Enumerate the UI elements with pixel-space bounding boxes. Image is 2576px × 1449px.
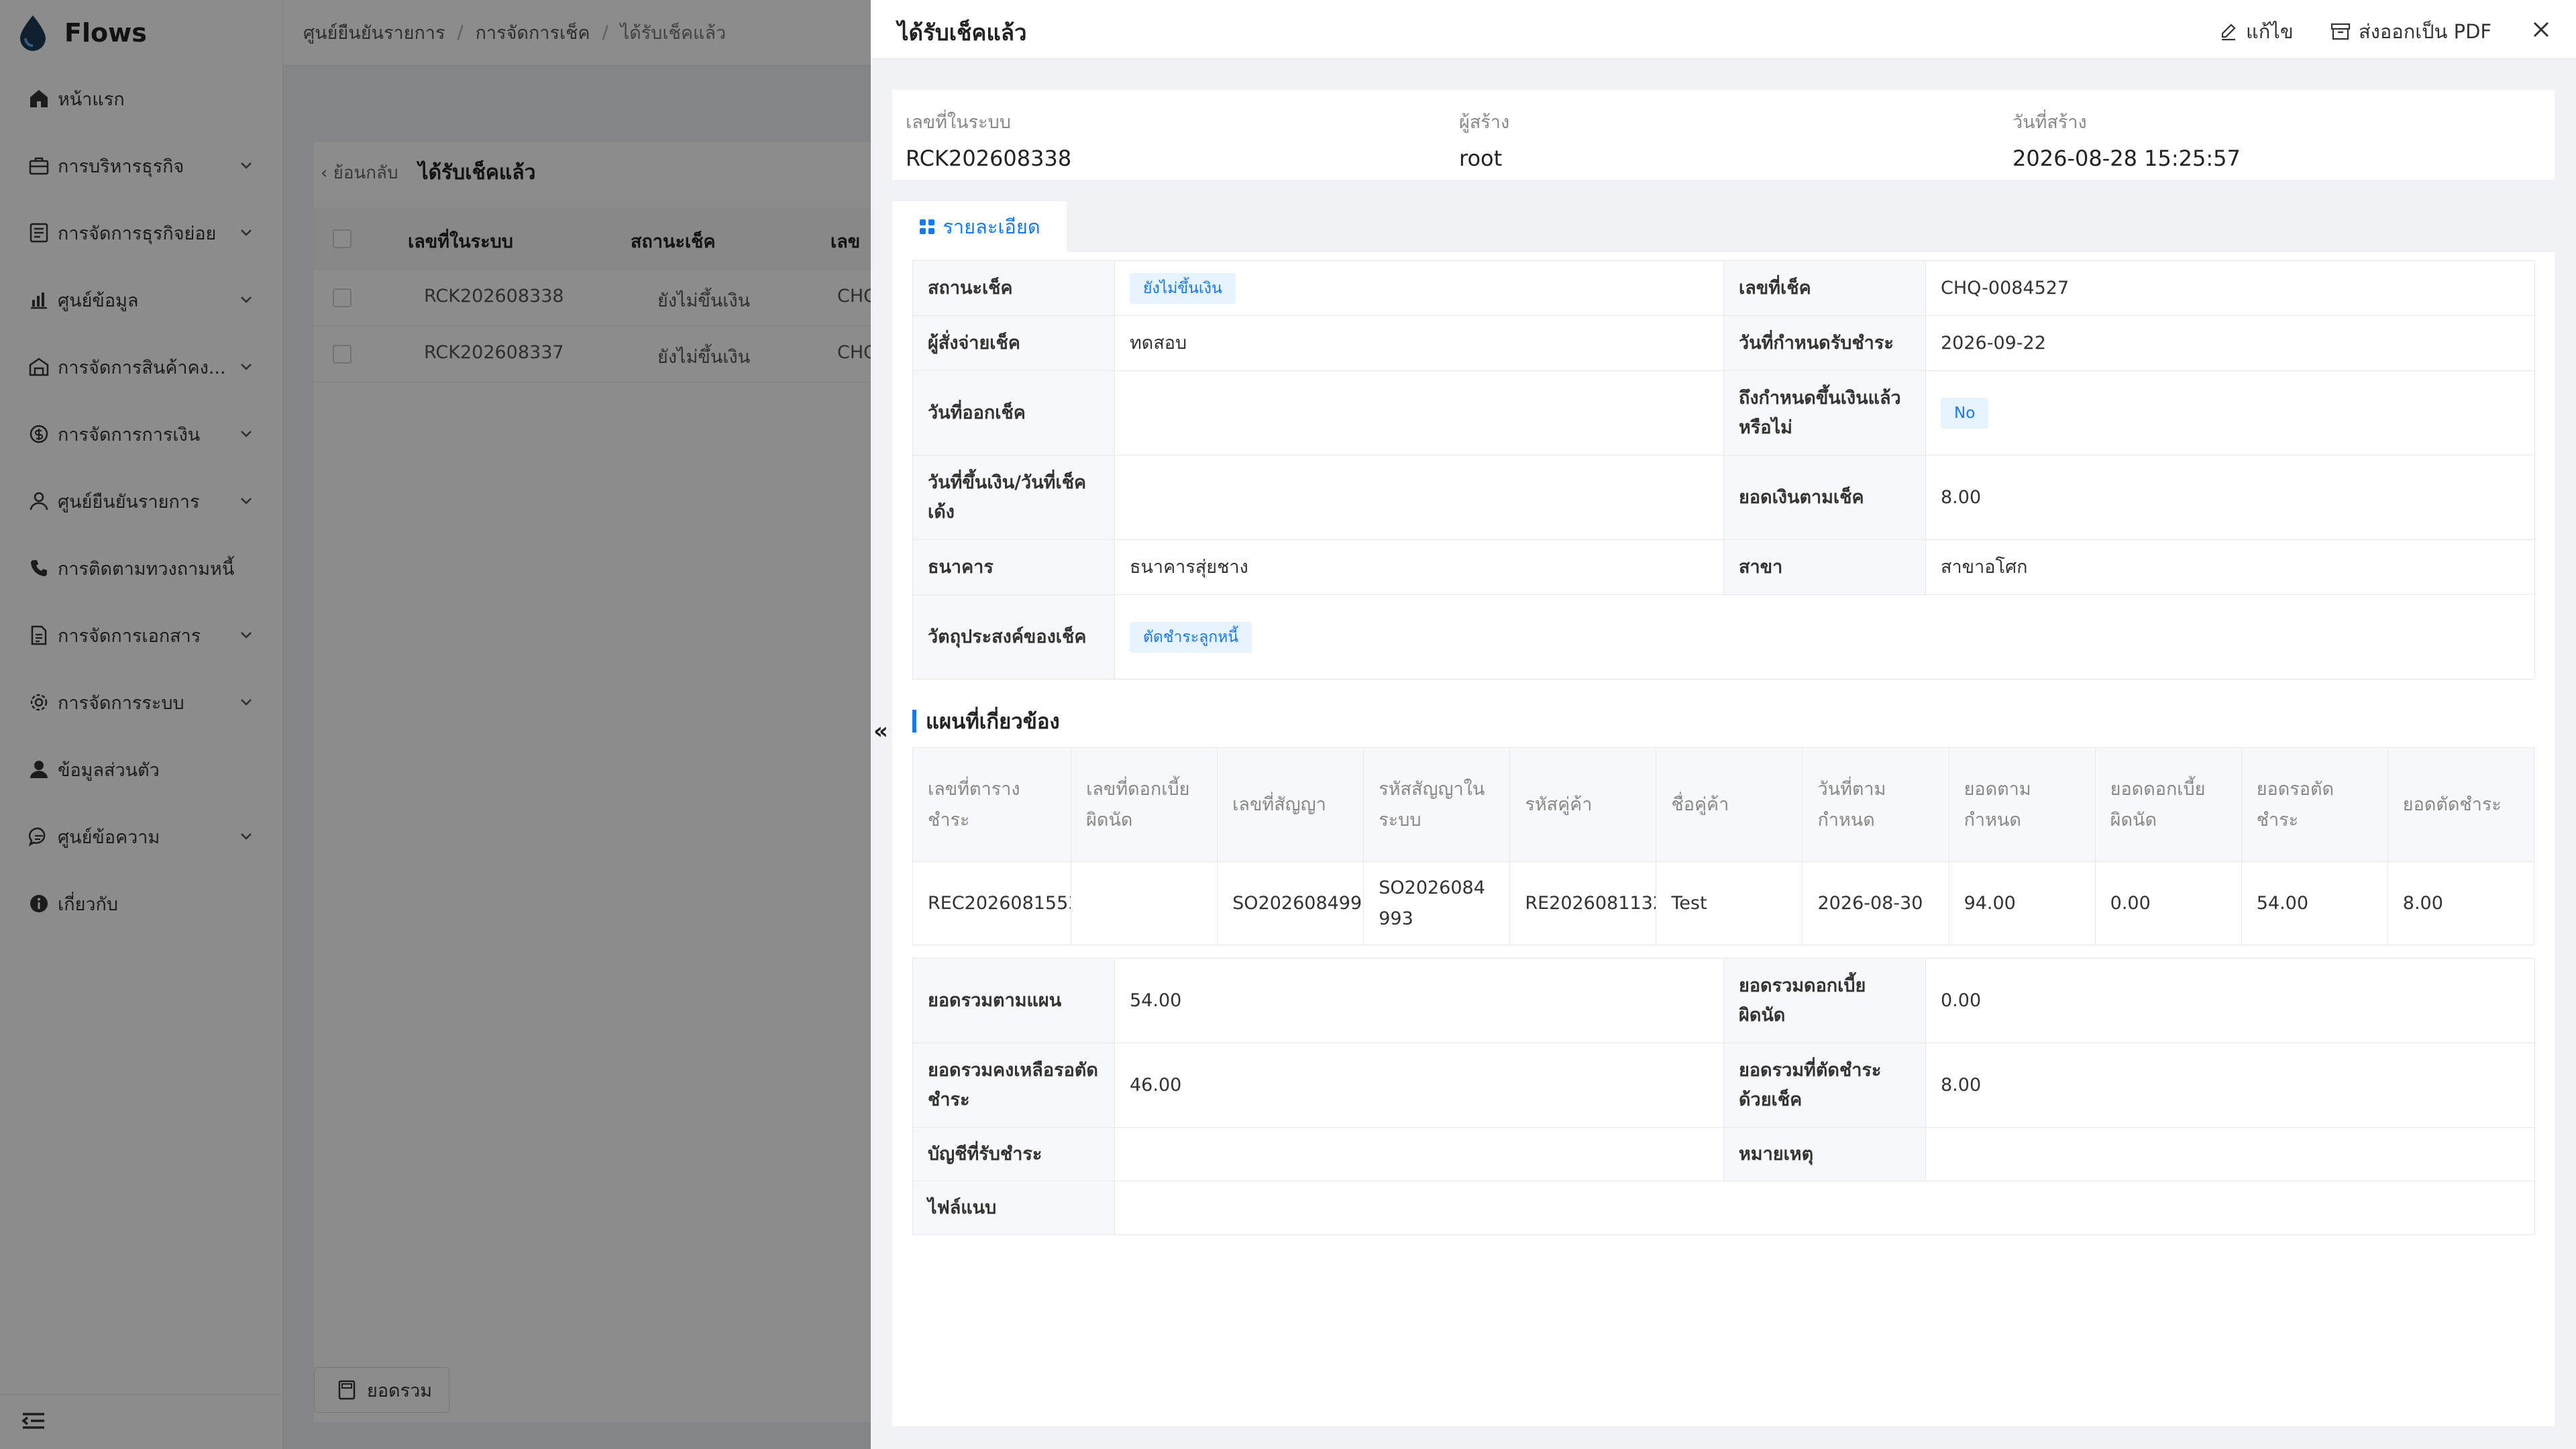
plan-total-key: ยอดรวมตามแผน xyxy=(912,958,1115,1043)
info-label: เลขที่ในระบบ xyxy=(906,112,1011,133)
plan-section-header: แผนที่เกี่ยวข้อง xyxy=(912,704,1060,738)
interest-total-value: 0.00 xyxy=(1925,958,2535,1043)
plan-cell: 0.00 xyxy=(2094,861,2242,945)
edit-button[interactable]: แก้ไข xyxy=(2219,16,2294,47)
amount-key: ยอดเงินตามเช็ค xyxy=(1723,455,1926,540)
double-chevron-left-icon[interactable]: « xyxy=(873,718,888,745)
due-date-value: 2026-09-22 xyxy=(1925,315,2535,371)
plan-cell[interactable]: RE2026081132 xyxy=(1509,861,1657,945)
plan-column-header: เลขที่สัญญา xyxy=(1217,747,1364,862)
plan-cell: SO2026084993 xyxy=(1363,861,1511,945)
close-icon[interactable] xyxy=(2526,15,2556,44)
plan-cell[interactable]: REC2026081553 xyxy=(912,861,1072,945)
detail-card: รายละเอียด สถานะเช็ค ยังไม่ขึ้นเงิน เลขท… xyxy=(892,201,2555,1426)
bank-key: ธนาคาร xyxy=(912,539,1115,595)
status-cell: ยังไม่ขึ้นเงิน xyxy=(1114,260,1724,316)
cheque-total-key: ยอดรวมที่ตัดชำระด้วยเช็ค xyxy=(1723,1042,1926,1128)
totals-table: ยอดรวมตามแผน 54.00 ยอดรวมดอกเบี้ยผิดนัด … xyxy=(912,958,2535,1235)
account-key: บัญชีที่รับชำระ xyxy=(912,1127,1115,1181)
plan-cell: Test xyxy=(1656,861,1803,945)
info-card: เลขที่ในระบบ RCK202608338 ผู้สร้าง root … xyxy=(892,90,2555,180)
payer-key: ผู้สั่งจ่ายเช็ค xyxy=(912,315,1115,371)
export-label: ส่งออกเป็น PDF xyxy=(2359,20,2492,43)
branch-key: สาขา xyxy=(1723,539,1926,595)
attachment-value xyxy=(1114,1181,2535,1235)
cheque-no-key: เลขที่เช็ค xyxy=(1723,260,1926,316)
issue-date-value xyxy=(1114,370,1724,455)
amount-value: 8.00 xyxy=(1925,455,2535,540)
info-value: root xyxy=(1459,146,1503,171)
is-due-badge: No xyxy=(1941,397,1989,429)
remain-total-value: 46.00 xyxy=(1114,1042,1724,1128)
status-key: สถานะเช็ค xyxy=(912,260,1115,316)
plan-column-header: ชื่อคู่ค้า xyxy=(1656,747,1803,862)
interest-total-key: ยอดรวมดอกเบี้ยผิดนัด xyxy=(1723,958,1926,1043)
edit-icon xyxy=(2221,23,2236,41)
info-value: 2026-08-28 15:25:57 xyxy=(2012,146,2241,171)
branch-value: สาขาอโศก xyxy=(1925,539,2535,595)
plan-column-header: วันที่ตามกำหนด xyxy=(1802,747,1949,862)
note-value xyxy=(1925,1127,2535,1181)
plan-column-header: ยอดรอตัดชำระ xyxy=(2241,747,2388,862)
plan-column-header: ยอดตัดชำระ xyxy=(2387,747,2535,862)
plan-total-value: 54.00 xyxy=(1114,958,1724,1043)
attachment-key: ไฟล์แนบ xyxy=(912,1181,1115,1235)
edit-label: แก้ไข xyxy=(2246,20,2294,43)
tab-bar xyxy=(892,201,2555,252)
plan-column-header: เลขที่ดอกเบี้ยผิดนัด xyxy=(1071,747,1218,862)
plan-table-row: REC2026081553 SO2026084993 SO2026084993 RE2… xyxy=(912,861,2535,945)
cashed-date-key: วันที่ขึ้นเงิน/วันที่เช็คเด้ง xyxy=(912,455,1115,540)
plan-column-header: เลขที่ตารางชำระ xyxy=(912,747,1072,862)
plan-column-header: ยอดตามกำหนด xyxy=(1948,747,2096,862)
plan-cell: 2026-08-30 xyxy=(1802,861,1949,945)
plan-cell: 8.00 xyxy=(2387,861,2535,945)
drawer-header: ได้รับเช็คแล้ว แก้ไข ส่งออกเป็น PDF xyxy=(871,0,2576,59)
plan-cell xyxy=(1071,861,1218,945)
info-system-no: เลขที่ในระบบ RCK202608338 xyxy=(906,107,1071,171)
plan-cell[interactable]: SO2026084993 xyxy=(1217,861,1364,945)
status-badge: ยังไม่ขึ้นเงิน xyxy=(1130,272,1236,304)
due-date-key: วันที่กำหนดรับชำระ xyxy=(1723,315,1926,371)
plan-table-header: เลขที่ตารางชำระ เลขที่ดอกเบี้ยผิดนัด เลขที… xyxy=(912,747,2535,862)
cheque-total-value: 8.00 xyxy=(1925,1042,2535,1128)
grid-icon xyxy=(920,219,935,234)
detail-drawer: ได้รับเช็คแล้ว แก้ไข ส่งออกเป็น PDF เลขท… xyxy=(871,0,2576,1449)
plan-cell: 54.00 xyxy=(2241,861,2388,945)
info-value: RCK202608338 xyxy=(906,146,1072,171)
is-due-cell: No xyxy=(1925,370,2535,455)
drawer-title: ได้รับเช็คแล้ว xyxy=(898,19,1027,46)
plan-cell: 94.00 xyxy=(1948,861,2096,945)
payer-value: ทดสอบ xyxy=(1114,315,1724,371)
bank-value: ธนาคารสุ่ยชาง xyxy=(1114,539,1724,595)
plan-section-title: แผนที่เกี่ยวข้อง xyxy=(926,710,1060,734)
plan-column-header: รหัสสัญญาในระบบ xyxy=(1363,747,1511,862)
export-pdf-button[interactable]: ส่งออกเป็น PDF xyxy=(2330,16,2491,47)
detail-table: สถานะเช็ค ยังไม่ขึ้นเงิน เลขที่เช็ค CHQ-… xyxy=(912,260,2535,680)
plan-column-header: รหัสคู่ค้า xyxy=(1509,747,1657,862)
tab-details-label: รายละเอียด xyxy=(943,215,1040,238)
tab-details[interactable]: รายละเอียด xyxy=(892,201,1067,252)
purpose-badge: ตัดชำระลูกหนี้ xyxy=(1130,621,1252,653)
cheque-no-value: CHQ-0084527 xyxy=(1925,260,2535,316)
purpose-cell: ตัดชำระลูกหนี้ xyxy=(1114,594,2535,680)
issue-date-key: วันที่ออกเช็ค xyxy=(912,370,1115,455)
info-label: ผู้สร้าง xyxy=(1459,112,1510,133)
remain-total-key: ยอดรวมคงเหลือรอตัดชำระ xyxy=(912,1042,1115,1128)
section-accent xyxy=(912,710,916,733)
archive-icon xyxy=(2330,23,2351,40)
purpose-key: วัตถุประสงค์ของเช็ค xyxy=(912,594,1115,680)
note-key: หมายเหตุ xyxy=(1723,1127,1926,1181)
account-value xyxy=(1114,1127,1724,1181)
info-created-at: วันที่สร้าง 2026-08-28 15:25:57 xyxy=(2012,107,2241,171)
info-label: วันที่สร้าง xyxy=(2012,112,2087,133)
plan-column-header: ยอดดอกเบี้ยผิดนัด xyxy=(2094,747,2242,862)
info-creator: ผู้สร้าง root xyxy=(1459,107,1509,171)
cashed-date-value xyxy=(1114,455,1724,540)
is-due-key: ถึงกำหนดขึ้นเงินแล้วหรือไม่ xyxy=(1723,370,1926,455)
plan-table: เลขที่ตารางชำระ เลขที่ดอกเบี้ยผิดนัด เลขที… xyxy=(912,747,2535,945)
